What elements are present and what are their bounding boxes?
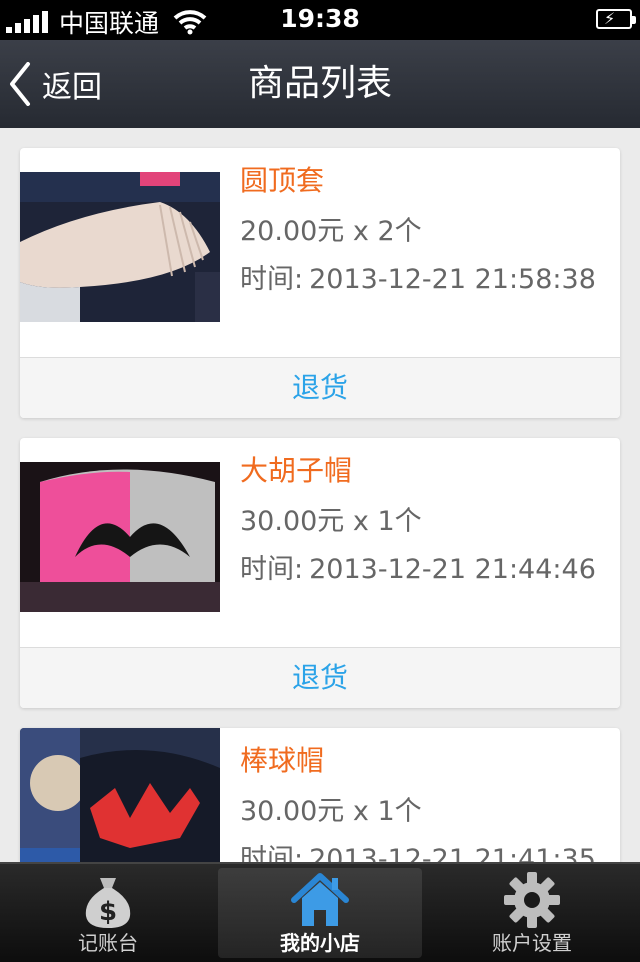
battery-icon: ⚡: [596, 9, 636, 29]
time-label: 时间:: [240, 844, 304, 862]
tab-bar: $ 记账台 我的小店 账户设置: [0, 862, 640, 962]
home-icon: [291, 873, 349, 926]
svg-text:$: $: [99, 897, 117, 927]
gear-icon: [504, 872, 560, 928]
product-image: [20, 172, 220, 322]
product-list[interactable]: 圆顶套 20.00元 x 2个 时间: 2013-12-21 21:58:38 退…: [0, 128, 640, 862]
product-name: 圆顶套: [240, 164, 325, 197]
product-image: [20, 462, 220, 612]
product-time: 时间: 2013-12-21 21:58:38: [240, 260, 620, 300]
product-card: 棒球帽 30.00元 x 1个 时间:2013-12-21 21:41:35 退…: [20, 728, 620, 862]
product-price: 30.00元 x 1个: [240, 796, 422, 827]
tab-label: 我的小店: [280, 931, 360, 955]
product-price: 30.00元 x 1个: [240, 506, 422, 537]
return-button[interactable]: 退货: [20, 647, 620, 708]
tab-label: 账户设置: [492, 931, 572, 955]
time-value: 2013-12-21 21:41:35: [309, 844, 596, 862]
product-name: 棒球帽: [240, 744, 325, 777]
product-time: 时间: 2013-12-21 21:44:46: [240, 550, 620, 590]
product-card: 圆顶套 20.00元 x 2个 时间: 2013-12-21 21:58:38 退…: [20, 148, 620, 418]
money-bag-icon: $: [85, 878, 131, 928]
return-button[interactable]: 退货: [20, 357, 620, 418]
time-value: 2013-12-21 21:58:38: [309, 264, 596, 295]
tab-label: 记账台: [78, 931, 138, 955]
time-label: 时间:: [240, 264, 304, 295]
tab-my-shop[interactable]: 我的小店: [218, 868, 422, 958]
nav-bar: 返回 商品列表: [0, 40, 640, 128]
product-card: 大胡子帽 30.00元 x 1个 时间: 2013-12-21 21:44:46 …: [20, 438, 620, 708]
product-price: 20.00元 x 2个: [240, 216, 422, 247]
page-title: 商品列表: [247, 63, 392, 104]
time-value: 2013-12-21 21:44:46: [309, 554, 596, 585]
product-time: 时间: 2013-12-21 21:41:35: [240, 840, 620, 862]
tab-accounting[interactable]: $ 记账台: [6, 868, 210, 958]
tab-account-settings[interactable]: 账户设置: [430, 868, 634, 958]
product-name: 大胡子帽: [240, 454, 353, 487]
product-image: [20, 728, 220, 862]
status-time: 19:38: [280, 4, 360, 33]
status-bar: 中国联通 19:38 ⚡: [0, 0, 640, 40]
time-label: 时间:: [240, 554, 304, 585]
